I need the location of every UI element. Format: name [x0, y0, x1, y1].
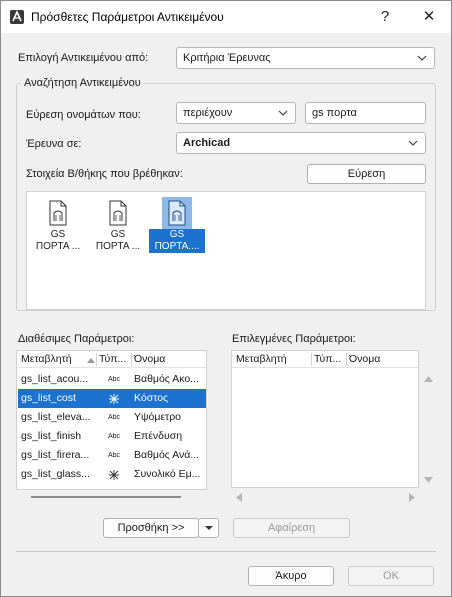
text-type-icon: Abc: [108, 414, 121, 421]
close-button[interactable]: ✕: [415, 5, 443, 29]
sort-up-icon: [87, 358, 95, 363]
text-type-icon: Abc: [108, 433, 121, 440]
table-row[interactable]: gs_list_eleva... Abc Υψόμετρο: [18, 408, 206, 427]
column-separator: [131, 353, 132, 366]
row-variable: gs_list_cost: [21, 392, 76, 404]
column-separator: [346, 353, 347, 366]
search-in-value: Archicad: [183, 137, 231, 149]
available-params-label: Διαθέσιμες Παράμετροι:: [18, 333, 135, 345]
condition-dropdown[interactable]: περιέχουν: [176, 102, 296, 124]
row-variable: gs_list_eleva...: [21, 411, 91, 423]
table-header: Μεταβλητή Τύπ... Όνομα: [17, 351, 206, 368]
dialog-window: Πρόσθετες Παράμετροι Αντικειμένου ? ✕ Επ…: [0, 0, 452, 597]
selected-params-table[interactable]: Μεταβλητή Τύπ... Όνομα: [231, 350, 419, 488]
footer-divider: [16, 551, 436, 552]
ok-button[interactable]: OK: [348, 566, 434, 586]
found-item[interactable]: GS ΠΟΡΤΑ ...: [90, 197, 146, 253]
door-object-icon: [162, 197, 192, 229]
search-in-label: Έρευνα σε:: [26, 138, 82, 150]
row-name: Συνολικό Εμ...: [134, 468, 201, 480]
row-variable: gs_list_acou...: [21, 373, 89, 385]
text-type-icon: Abc: [108, 376, 121, 383]
select-from-dropdown[interactable]: Κριτήρια Έρευνας: [176, 47, 435, 69]
column-header-name[interactable]: Όνομα: [349, 353, 380, 365]
condition-value: περιέχουν: [183, 107, 233, 119]
find-names-label: Εύρεση ονομάτων που:: [26, 109, 141, 121]
select-from-label: Επιλογή Αντικειμένου από:: [18, 52, 149, 64]
table-row-selected[interactable]: gs_list_cost Κόστος: [18, 389, 206, 408]
row-variable: gs_list_firera...: [21, 449, 90, 461]
found-item-caption: GS ΠΟΡΤΑ ...: [95, 229, 141, 252]
column-header-type[interactable]: Τύπ...: [99, 353, 126, 365]
found-item-caption: GS ΠΟΡΤΑ ...: [35, 229, 81, 252]
row-variable: gs_list_glass...: [21, 468, 90, 480]
table-row[interactable]: gs_list_firera... Abc Βαθμός Ανά...: [18, 446, 206, 465]
chevron-down-icon: [417, 55, 427, 61]
found-item-selected[interactable]: GS ΠΟΡΤΑ....: [149, 197, 205, 253]
row-name: Κόστος: [134, 392, 169, 404]
column-header-type[interactable]: Τύπ...: [314, 353, 341, 365]
number-type-icon: [109, 470, 119, 480]
remove-button[interactable]: Αφαίρεση: [233, 518, 350, 538]
found-item[interactable]: GS ΠΟΡΤΑ ...: [30, 197, 86, 253]
row-name: Υψόμετρο: [134, 411, 182, 423]
row-name: Βαθμός Ακο...: [134, 373, 199, 385]
find-button[interactable]: Εύρεση: [307, 164, 426, 184]
horizontal-scrollbar-thumb[interactable]: [31, 496, 181, 498]
window-title: Πρόσθετες Παράμετροι Αντικειμένου: [31, 10, 224, 24]
found-items-label: Στοιχεία Β/θήκης που βρέθηκαν:: [26, 168, 183, 180]
column-header-variable[interactable]: Μεταβλητή: [236, 353, 287, 365]
number-type-icon: [109, 394, 119, 404]
selected-params-label: Επιλεγμένες Παράμετροι:: [232, 333, 356, 345]
search-in-dropdown[interactable]: Archicad: [176, 132, 426, 154]
search-group-title: Αναζήτηση Αντικειμένου: [21, 77, 144, 89]
door-object-icon: [103, 197, 133, 229]
row-name: Βαθμός Ανά...: [134, 449, 200, 461]
column-separator: [96, 353, 97, 366]
caret-down-icon: [204, 526, 213, 530]
column-separator: [311, 353, 312, 366]
add-options-dropdown[interactable]: [198, 518, 219, 538]
table-row[interactable]: gs_list_acou... Abc Βαθμός Ακο...: [18, 370, 206, 389]
column-header-name[interactable]: Όνομα: [134, 353, 165, 365]
search-query-input[interactable]: gs πορτα: [305, 102, 426, 124]
available-params-table[interactable]: Μεταβλητή Τύπ... Όνομα gs_list_acou... A…: [16, 350, 207, 490]
move-up-arrow-icon[interactable]: [424, 375, 433, 382]
title-bar: Πρόσθετες Παράμετροι Αντικειμένου ? ✕: [1, 1, 451, 33]
found-item-caption: GS ΠΟΡΤΑ....: [149, 229, 205, 253]
row-variable: gs_list_finish: [21, 430, 82, 442]
text-type-icon: Abc: [108, 452, 121, 459]
search-query-value: gs πορτα: [312, 107, 357, 119]
cancel-button[interactable]: Άκυρο: [248, 566, 334, 586]
select-from-value: Κριτήρια Έρευνας: [183, 52, 271, 64]
scroll-left-arrow-icon[interactable]: [235, 493, 242, 502]
scroll-right-arrow-icon[interactable]: [409, 493, 416, 502]
help-button[interactable]: ?: [371, 5, 399, 29]
move-down-arrow-icon[interactable]: [424, 477, 433, 484]
archicad-app-icon: [10, 10, 24, 24]
found-items-panel: GS ΠΟΡΤΑ ... GS ΠΟΡΤΑ ... GS ΠΟΡΤΑ....: [26, 191, 426, 310]
column-header-variable[interactable]: Μεταβλητή: [21, 353, 72, 365]
row-name: Επένδυση: [134, 430, 183, 442]
door-object-icon: [43, 197, 73, 229]
add-button[interactable]: Προσθήκη >>: [103, 518, 199, 538]
table-row[interactable]: gs_list_finish Abc Επένδυση: [18, 427, 206, 446]
chevron-down-icon: [408, 140, 418, 146]
table-row[interactable]: gs_list_glass... Συνολικό Εμ...: [18, 465, 206, 484]
chevron-down-icon: [278, 110, 288, 116]
table-header: Μεταβλητή Τύπ... Όνομα: [232, 351, 418, 368]
